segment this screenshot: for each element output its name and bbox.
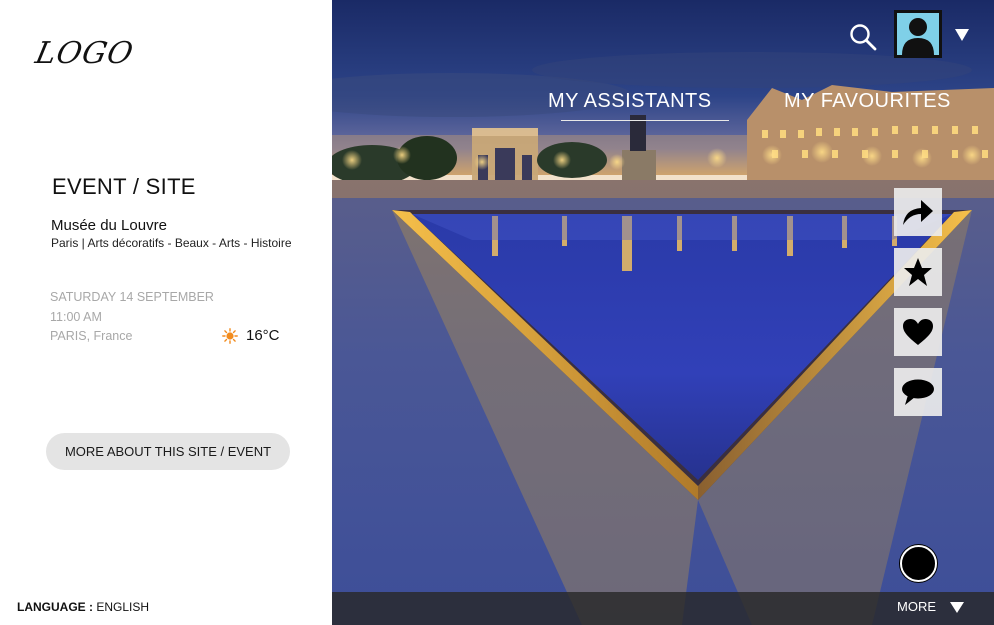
site-name: Musée du Louvre (51, 217, 167, 234)
more-about-button[interactable]: MORE ABOUT THIS SITE / EVENT (46, 433, 290, 470)
site-tags: Paris | Arts décoratifs - Beaux - Arts -… (51, 236, 292, 250)
speech-bubble-icon (902, 379, 934, 405)
user-silhouette-icon (897, 13, 939, 55)
hero-photo: MY ASSISTANTS MY FAVOURITES MORE (332, 0, 994, 625)
weather-widget: 16°C (222, 327, 280, 344)
star-icon (904, 258, 932, 286)
share-button[interactable] (894, 188, 942, 236)
tab-my-assistants[interactable]: MY ASSISTANTS (548, 90, 712, 113)
language-selector[interactable]: LANGUAGE : ENGLISH (17, 600, 149, 614)
active-tab-underline (561, 120, 729, 121)
comment-button[interactable] (894, 368, 942, 416)
event-info-panel: LOGO EVENT / SITE Musée du Louvre Paris … (0, 0, 332, 625)
more-link[interactable]: MORE (897, 599, 936, 614)
event-heading: EVENT / SITE (52, 174, 196, 199)
tab-my-favourites[interactable]: MY FAVOURITES (784, 90, 951, 113)
event-time: 11:00 AM (50, 310, 102, 324)
bottom-bar (332, 592, 994, 625)
search-icon[interactable] (848, 22, 878, 52)
event-date: SATURDAY 14 SEPTEMBER (50, 290, 214, 304)
heart-icon (903, 319, 933, 345)
like-button[interactable] (894, 308, 942, 356)
share-arrow-icon (903, 200, 933, 225)
logo[interactable]: LOGO (32, 36, 137, 71)
language-value: ENGLISH (96, 600, 150, 614)
user-avatar-icon[interactable] (894, 10, 942, 58)
caret-down-icon[interactable] (954, 28, 970, 42)
sun-icon (222, 327, 238, 344)
event-location: PARIS, France (50, 329, 133, 343)
temperature: 16°C (246, 327, 280, 344)
record-button[interactable] (900, 545, 937, 582)
favorite-button[interactable] (894, 248, 942, 296)
language-label: LANGUAGE : (17, 600, 93, 614)
caret-down-icon[interactable] (949, 601, 965, 614)
